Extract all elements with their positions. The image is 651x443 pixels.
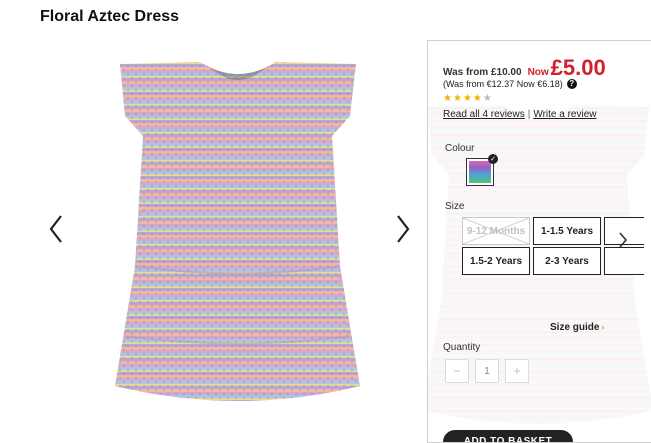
quantity-stepper: − 1 +	[445, 359, 529, 383]
size-option-label: 1.5-2 Years	[469, 255, 523, 267]
product-image	[115, 62, 360, 401]
star-filled-icon: ★	[472, 93, 482, 104]
size-option-1-1-5-years[interactable]: 1-1.5 Years	[533, 217, 601, 245]
euro-price-text: (Was from €12.37 Now €6.18)	[443, 79, 563, 89]
now-label: Now	[527, 67, 549, 78]
size-option-2-3-years[interactable]: 2-3 Years	[533, 247, 601, 275]
colour-swatch[interactable]: ✓	[466, 154, 498, 186]
star-rating: ★ ★ ★ ★ ★	[443, 93, 493, 104]
price-row: Was from £10.00 Now £5.00	[443, 55, 606, 81]
read-reviews-link[interactable]: Read all 4 reviews	[443, 109, 525, 120]
product-title: Floral Aztec Dress	[40, 8, 180, 25]
size-label: Size	[445, 201, 465, 212]
chevron-right-icon[interactable]	[395, 214, 411, 250]
chevron-right-small-icon: ›	[601, 322, 605, 332]
write-review-link[interactable]: Write a review	[533, 109, 596, 120]
size-next-chevron-icon[interactable]	[618, 231, 628, 254]
euro-price: (Was from €12.37 Now €6.18) ?	[443, 79, 577, 89]
now-price: £5.00	[550, 55, 606, 80]
quantity-plus-button[interactable]: +	[505, 359, 529, 383]
size-guide-label: Size guide	[550, 322, 600, 333]
check-icon: ✓	[488, 154, 498, 164]
size-option-1-5-2-years[interactable]: 1.5-2 Years	[462, 247, 530, 275]
star-filled-icon: ★	[452, 93, 462, 104]
size-option-9-12-months: 9-12 Months	[462, 217, 530, 245]
swatch-color	[469, 161, 491, 183]
colour-label: Colour	[445, 143, 475, 154]
star-filled-icon: ★	[462, 93, 472, 104]
size-option-label: 2-3 Years	[545, 255, 589, 267]
help-icon[interactable]: ?	[566, 79, 577, 89]
product-details-panel: Was from £10.00 Now £5.00 (Was from €12.…	[427, 40, 651, 443]
quantity-label: Quantity	[443, 342, 481, 353]
chevron-left-icon[interactable]	[48, 214, 64, 250]
star-filled-icon: ★	[443, 93, 452, 104]
add-to-basket-button[interactable]: ADD TO BASKET	[443, 430, 573, 442]
was-price: Was from £10.00	[443, 67, 522, 78]
quantity-value[interactable]: 1	[475, 359, 499, 383]
reviews-links: Read all 4 reviews | Write a review	[443, 109, 597, 120]
size-option-label: 1-1.5 Years	[540, 225, 594, 237]
product-gallery	[40, 44, 430, 443]
review-separator: |	[527, 109, 531, 120]
size-option-label: 9-12 Months	[466, 225, 526, 237]
quantity-minus-button[interactable]: −	[445, 359, 469, 383]
star-empty-icon: ★	[482, 93, 492, 104]
size-guide-link[interactable]: Size guide ›	[550, 322, 604, 333]
